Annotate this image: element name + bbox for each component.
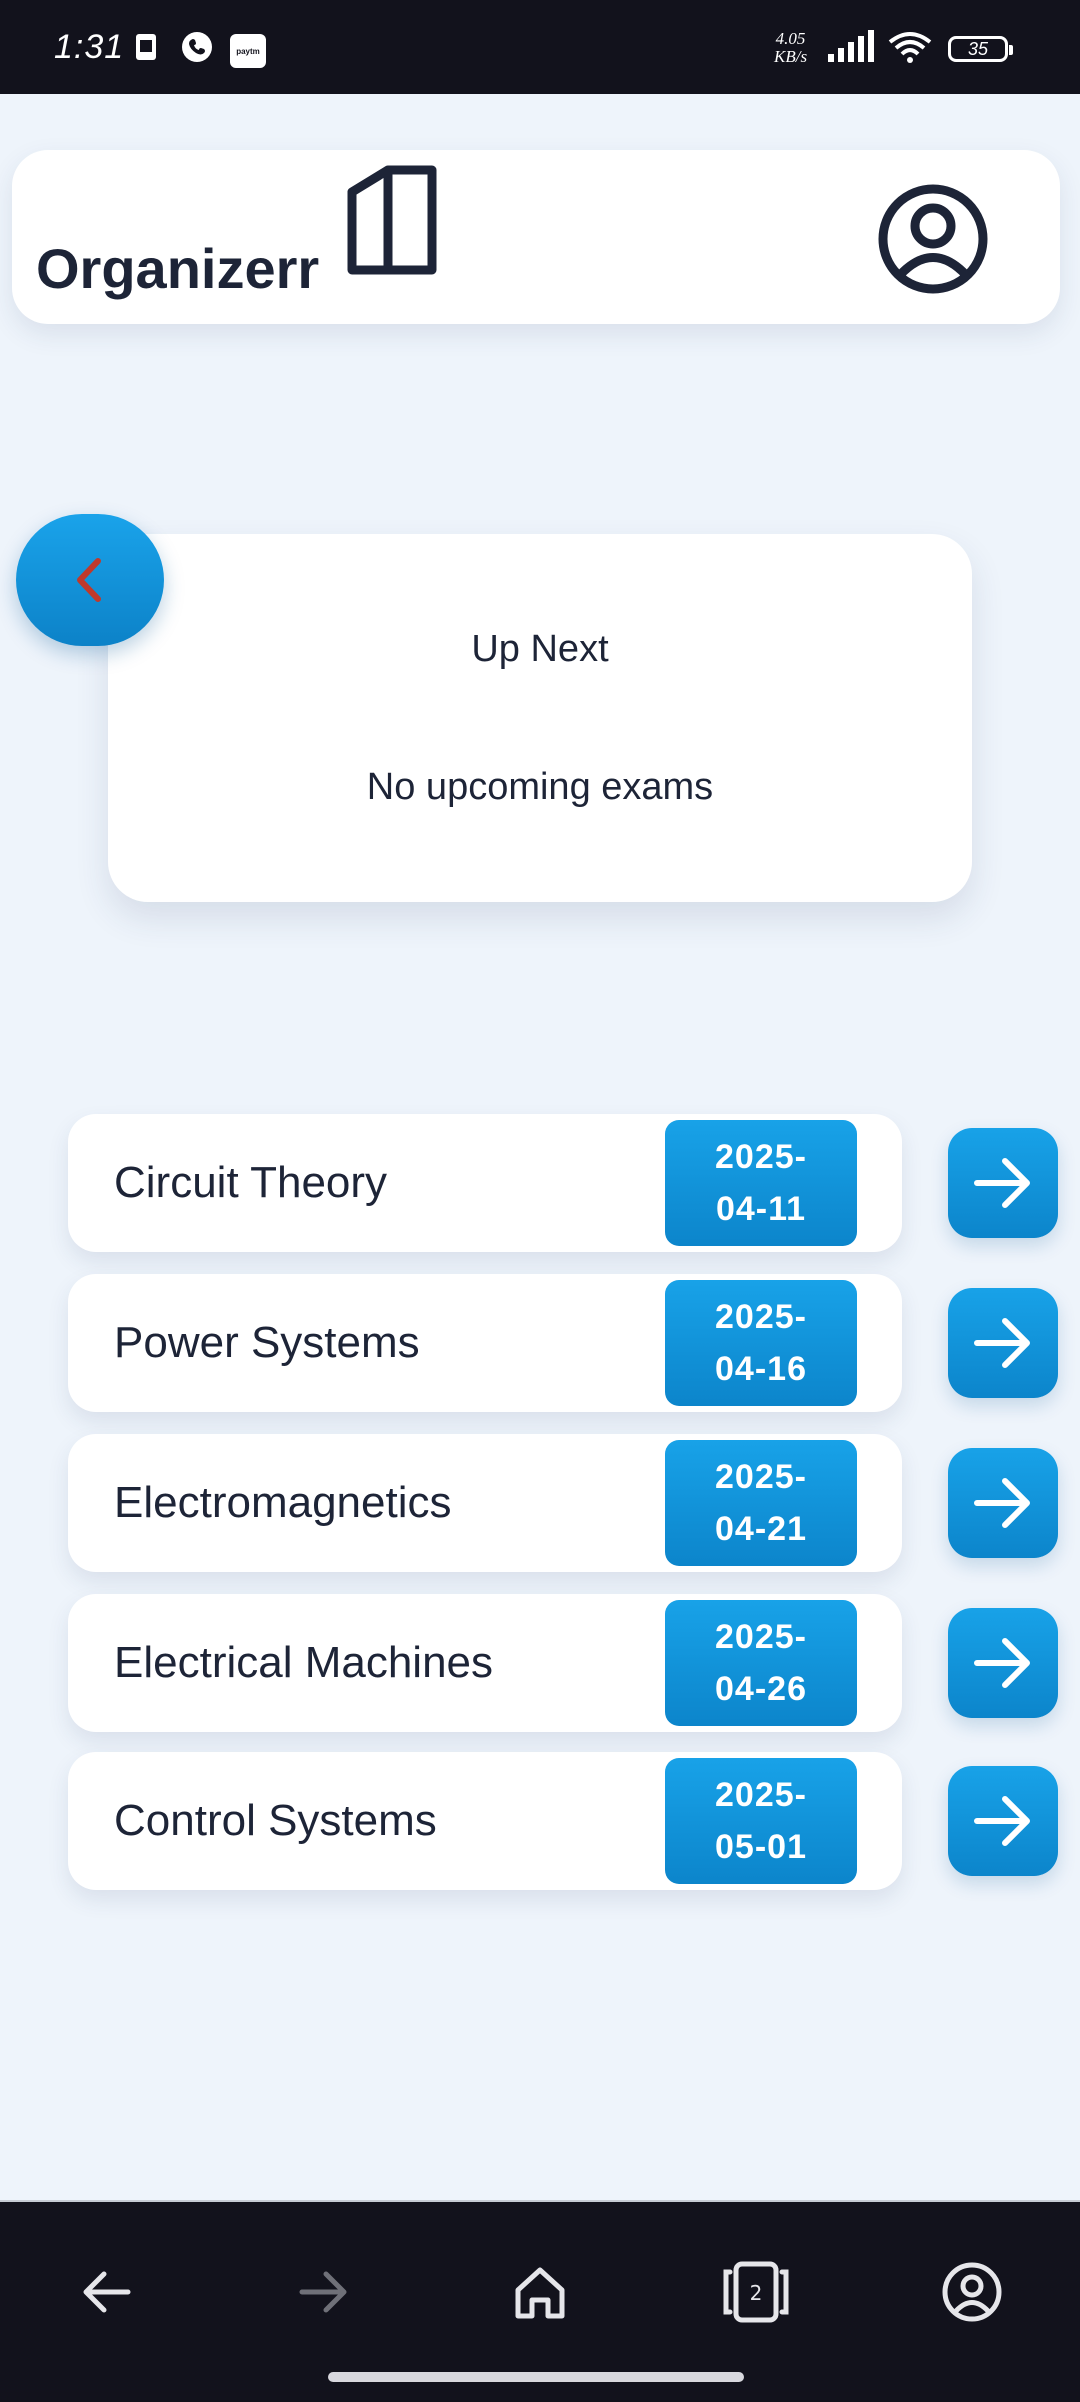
- nav-account-button[interactable]: [934, 2254, 1010, 2330]
- up-next-back-button[interactable]: [16, 514, 164, 646]
- sim-card-icon: [136, 34, 156, 60]
- app-title: Organizerr: [36, 237, 320, 300]
- list-item: Electrical Machines 2025- 04-26: [68, 1594, 902, 1732]
- list-item: Electromagnetics 2025- 04-21: [68, 1434, 902, 1572]
- open-exam-button[interactable]: [948, 1448, 1058, 1558]
- tabs-icon: 2: [723, 2261, 789, 2323]
- wifi-icon: [888, 32, 932, 63]
- home-icon: [515, 2267, 565, 2319]
- nav-tabs-button[interactable]: 2: [718, 2254, 794, 2330]
- exam-name: Power Systems: [114, 1318, 420, 1367]
- nav-forward-button[interactable]: [286, 2254, 362, 2330]
- exam-date-badge: 2025- 04-21: [665, 1440, 857, 1566]
- back-arrow-icon: [83, 2271, 131, 2313]
- paytm-icon: paytm: [230, 34, 266, 68]
- arrow-right-icon: [974, 1158, 1030, 1208]
- up-next-card: Up Next No upcoming exams: [108, 534, 972, 902]
- nav-back-button[interactable]: [68, 2254, 144, 2330]
- signal-icon: [828, 30, 874, 62]
- up-next-title: Up Next: [471, 628, 609, 670]
- exam-card[interactable]: Power Systems 2025- 04-16: [68, 1274, 902, 1412]
- exam-name: Electromagnetics: [114, 1478, 452, 1527]
- app-header: Organizerr: [12, 150, 1060, 324]
- open-exam-button[interactable]: [948, 1128, 1058, 1238]
- account-icon: [942, 2262, 1002, 2322]
- exam-name: Control Systems: [114, 1796, 437, 1845]
- browser-bottom-nav: 2: [0, 2200, 1080, 2402]
- network-speed: 4.05 KB/s: [774, 29, 808, 66]
- exam-date-badge: 2025- 04-16: [665, 1280, 857, 1406]
- exam-card[interactable]: Electrical Machines 2025- 04-26: [68, 1594, 902, 1732]
- status-bar: 1:31 paytm 4.05 KB/s 35: [0, 0, 1080, 94]
- exam-date-badge: 2025- 04-26: [665, 1600, 857, 1726]
- battery-indicator: 35: [948, 36, 1013, 62]
- arrow-right-icon: [974, 1638, 1030, 1688]
- gesture-home-indicator[interactable]: [328, 2372, 744, 2382]
- phone-icon: [182, 32, 212, 62]
- status-time: 1:31: [54, 28, 125, 66]
- up-next-empty-message: No upcoming exams: [366, 766, 714, 808]
- arrow-right-icon: [974, 1478, 1030, 1528]
- open-exam-button[interactable]: [948, 1608, 1058, 1718]
- exam-card[interactable]: Control Systems 2025- 05-01: [68, 1752, 902, 1890]
- exam-card[interactable]: Electromagnetics 2025- 04-21: [68, 1434, 902, 1572]
- user-circle-icon[interactable]: [874, 180, 992, 298]
- chevron-left-icon: [77, 558, 101, 602]
- arrow-right-icon: [974, 1796, 1030, 1846]
- book-icon: [347, 165, 437, 275]
- list-item: Circuit Theory 2025- 04-11: [68, 1114, 902, 1252]
- exam-name: Circuit Theory: [114, 1158, 388, 1207]
- open-exam-button[interactable]: [948, 1288, 1058, 1398]
- arrow-right-icon: [974, 1318, 1030, 1368]
- forward-arrow-icon: [299, 2271, 347, 2313]
- open-exam-button[interactable]: [948, 1766, 1058, 1876]
- list-item: Power Systems 2025- 04-16: [68, 1274, 902, 1412]
- exam-date-badge: 2025- 04-11: [665, 1120, 857, 1246]
- tab-count: 2: [750, 2281, 763, 2305]
- exam-card[interactable]: Circuit Theory 2025- 04-11: [68, 1114, 902, 1252]
- exam-date-badge: 2025- 05-01: [665, 1758, 857, 1884]
- list-item: Control Systems 2025- 05-01: [68, 1752, 902, 1890]
- exam-name: Electrical Machines: [114, 1638, 494, 1687]
- nav-home-button[interactable]: [502, 2254, 578, 2330]
